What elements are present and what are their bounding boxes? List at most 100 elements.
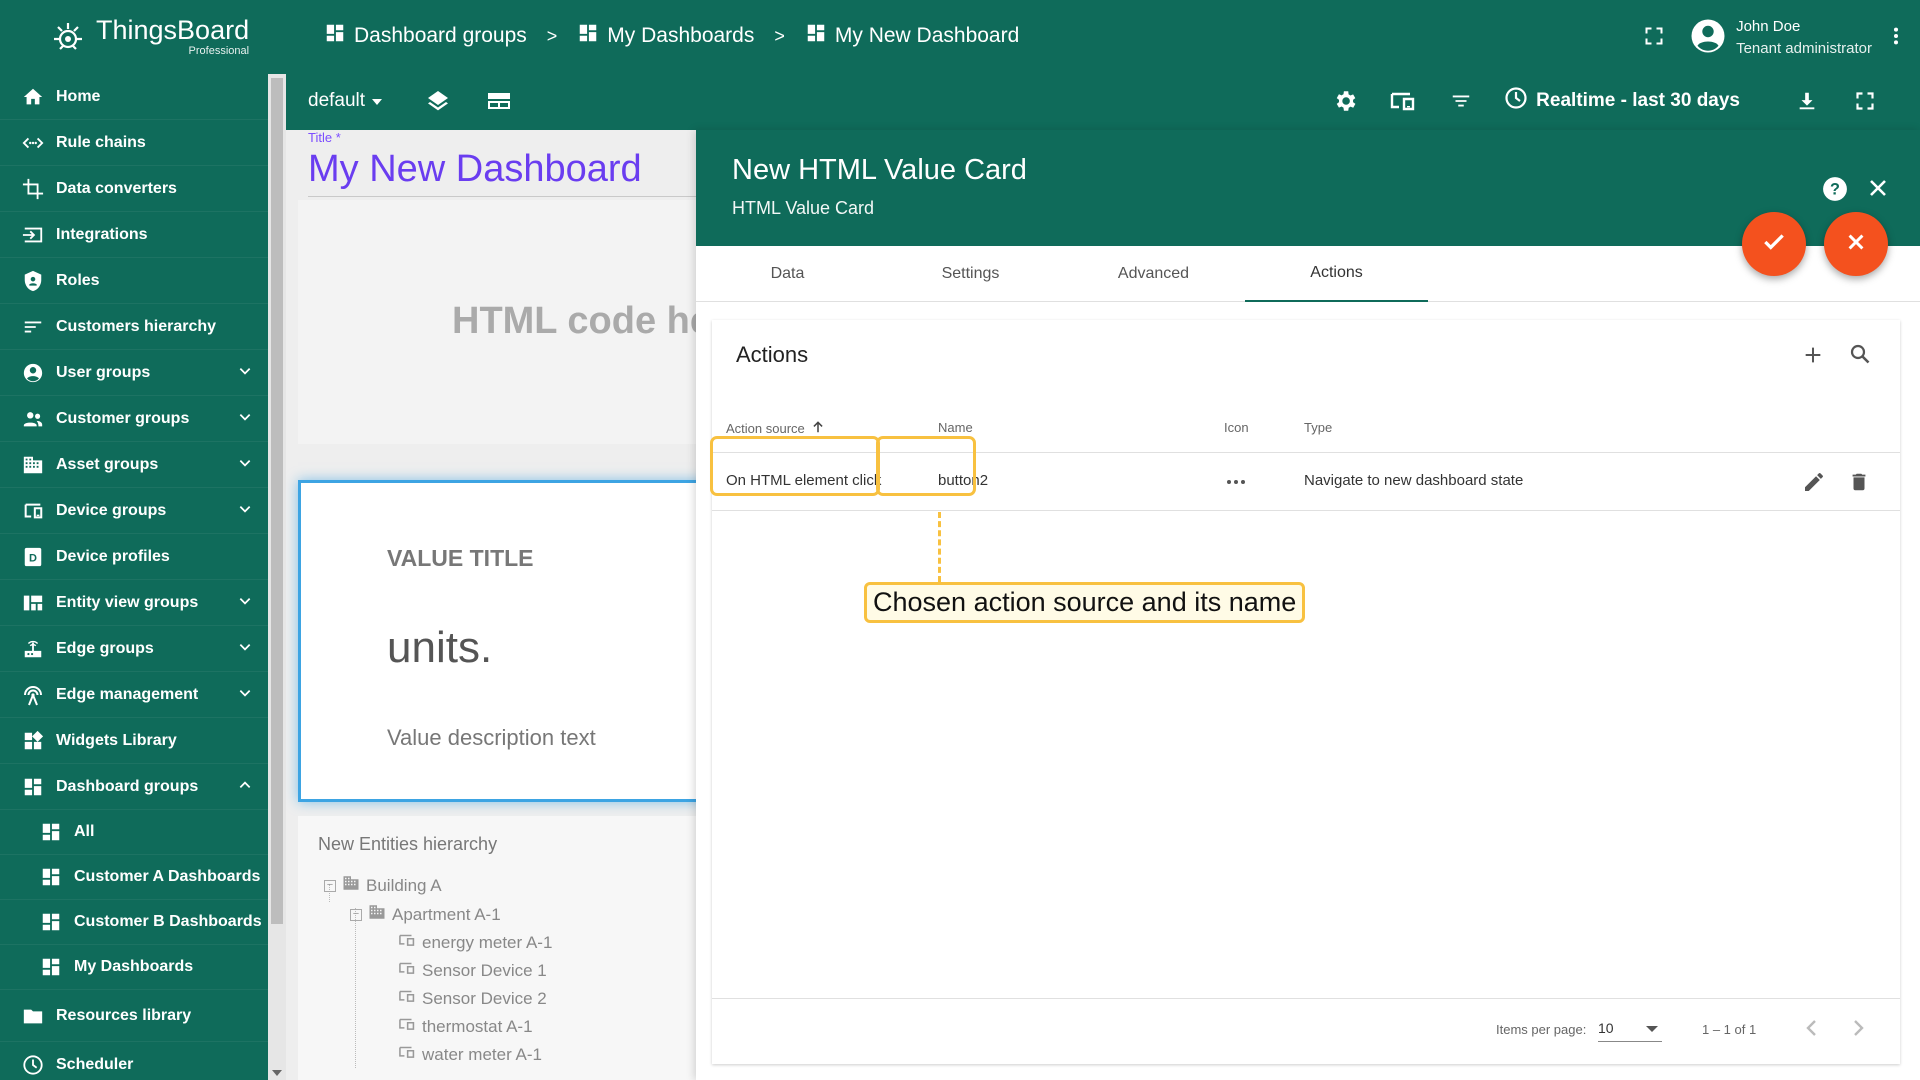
sidebar-scrollbar[interactable] xyxy=(268,74,286,1080)
sidebar-item-roles[interactable]: Roles xyxy=(0,258,268,304)
tree-node-device[interactable]: Sensor Device 2 xyxy=(398,988,547,1009)
tab-data[interactable]: Data xyxy=(696,246,879,302)
scroll-down-arrow-icon[interactable] xyxy=(272,1070,282,1076)
sidebar-item-scheduler[interactable]: Scheduler xyxy=(0,1042,268,1080)
items-per-page-label: Items per page: xyxy=(1496,1022,1587,1037)
sidebar-item-label: Scheduler xyxy=(56,1055,134,1073)
chevron-down-icon[interactable] xyxy=(238,410,252,429)
search-icon[interactable] xyxy=(1848,342,1872,371)
thingsboard-logo-icon xyxy=(48,17,88,57)
delete-icon[interactable] xyxy=(1848,470,1870,499)
breadcrumb-item-my-dashboards[interactable]: My Dashboards xyxy=(577,22,754,50)
sidebar-item-entity-view-groups[interactable]: Entity view groups xyxy=(0,580,268,626)
timewindow-button[interactable]: Realtime - last 30 days xyxy=(1504,86,1740,116)
sidebar-item-home[interactable]: Home xyxy=(0,74,268,120)
sidebar-item-customer-groups[interactable]: Customer groups xyxy=(0,396,268,442)
sidebar-item-edge-management[interactable]: Edge management xyxy=(0,672,268,718)
tree-node-building[interactable]: − Building A xyxy=(324,874,442,897)
editor-header: New HTML Value Card HTML Value Card ? xyxy=(696,130,1920,246)
dashboard-toolbar: default Realtime - last 30 days xyxy=(286,74,1920,130)
chevron-right-icon[interactable] xyxy=(1846,1016,1870,1043)
sidebar-item-data-converters[interactable]: Data converters xyxy=(0,166,268,212)
layers-icon[interactable] xyxy=(426,89,450,118)
chevron-left-icon[interactable] xyxy=(1800,1016,1824,1043)
sidebar: ThingsBoard Professional Home Rule chain… xyxy=(0,0,286,1080)
column-header-icon[interactable]: Icon xyxy=(1224,420,1249,435)
tab-advanced[interactable]: Advanced xyxy=(1062,246,1245,302)
tab-settings[interactable]: Settings xyxy=(879,246,1062,302)
logo[interactable]: ThingsBoard Professional xyxy=(0,0,286,74)
sidebar-subitem-customer-a-dashboards[interactable]: Customer A Dashboards xyxy=(0,855,268,900)
html-value-card-widget[interactable]: VALUE TITLE units. Value description tex… xyxy=(298,480,696,802)
add-icon[interactable] xyxy=(1802,344,1824,371)
sidebar-item-widgets-library[interactable]: Widgets Library xyxy=(0,718,268,764)
schedule-icon xyxy=(1504,86,1528,116)
sidebar-subitem-my-dashboards[interactable]: My Dashboards xyxy=(0,945,268,990)
breadcrumb-separator: > xyxy=(546,25,558,46)
settings-icon[interactable] xyxy=(1316,88,1374,114)
state-select[interactable]: default xyxy=(308,90,383,112)
layout-icon[interactable] xyxy=(486,89,512,118)
account-circle-icon[interactable] xyxy=(1690,18,1726,59)
chevron-up-icon[interactable] xyxy=(238,778,252,797)
collapse-icon[interactable]: − xyxy=(350,908,362,921)
sidebar-item-customers-hierarchy[interactable]: Customers hierarchy xyxy=(0,304,268,350)
chevron-down-icon[interactable] xyxy=(238,686,252,705)
collapse-icon[interactable]: − xyxy=(324,879,336,892)
more-vert-icon[interactable] xyxy=(1892,25,1900,52)
breadcrumb-item-dashboard-groups[interactable]: Dashboard groups xyxy=(324,22,527,50)
fullscreen-icon[interactable] xyxy=(1644,26,1664,51)
items-per-page-select[interactable]: 10 xyxy=(1598,1018,1662,1042)
filter-list-icon[interactable] xyxy=(1432,90,1490,112)
close-icon[interactable] xyxy=(1866,176,1890,205)
column-header-name[interactable]: Name xyxy=(938,420,973,435)
edit-icon[interactable] xyxy=(1802,470,1826,499)
sidebar-subitem-customer-b-dashboards[interactable]: Customer B Dashboards xyxy=(0,900,268,945)
top-header: Dashboard groups > My Dashboards > My Ne… xyxy=(286,0,1920,130)
sidebar-item-label: Edge groups xyxy=(56,639,154,657)
html-widget-text: HTML code here xyxy=(452,300,696,342)
tree-node-device[interactable]: thermostat A-1 xyxy=(398,1016,533,1037)
sidebar-item-device-groups[interactable]: Device groups xyxy=(0,488,268,534)
tab-actions[interactable]: Actions xyxy=(1245,246,1428,302)
devices-icon xyxy=(398,932,416,953)
sidebar-item-user-groups[interactable]: User groups xyxy=(0,350,268,396)
tree-node-device[interactable]: energy meter A-1 xyxy=(398,932,552,953)
column-header-action-source[interactable]: Action source xyxy=(726,420,825,437)
tree-node-device[interactable]: water meter A-1 xyxy=(398,1044,542,1065)
devices-icon[interactable] xyxy=(1374,89,1432,113)
scrollbar-thumb[interactable] xyxy=(271,78,283,924)
chevron-down-icon[interactable] xyxy=(238,456,252,475)
code-arrows-icon xyxy=(20,130,46,156)
sidebar-subitem-all[interactable]: All xyxy=(0,810,268,855)
column-header-type[interactable]: Type xyxy=(1304,420,1332,435)
sidebar-item-edge-groups[interactable]: Edge groups xyxy=(0,626,268,672)
dashboard-title-input[interactable]: My New Dashboard xyxy=(308,148,642,191)
column-header-label: Action source xyxy=(726,421,805,436)
sidebar-item-rule-chains[interactable]: Rule chains xyxy=(0,120,268,166)
breadcrumb-separator: > xyxy=(774,25,785,46)
user-info[interactable]: John Doe Tenant administrator xyxy=(1736,16,1872,60)
tree-node-apartment[interactable]: − Apartment A-1 xyxy=(350,903,501,926)
sidebar-item-dashboard-groups[interactable]: Dashboard groups xyxy=(0,764,268,810)
sidebar-item-device-profiles[interactable]: D Device profiles xyxy=(0,534,268,580)
chevron-down-icon[interactable] xyxy=(238,594,252,613)
chevron-down-icon[interactable] xyxy=(238,502,252,521)
tree-node-device[interactable]: Sensor Device 1 xyxy=(398,960,547,981)
highlight-action-source xyxy=(710,436,880,496)
items-per-page-value: 10 xyxy=(1598,1020,1614,1036)
sidebar-item-asset-groups[interactable]: Asset groups xyxy=(0,442,268,488)
sidebar-item-resources-library[interactable]: Resources library xyxy=(0,990,268,1042)
highlight-action-name xyxy=(876,436,976,496)
chevron-down-icon[interactable] xyxy=(238,640,252,659)
supervisor-icon xyxy=(20,406,46,432)
dashboard-title-label: Title * xyxy=(308,130,341,145)
sidebar-item-integrations[interactable]: Integrations xyxy=(0,212,268,258)
fullscreen-icon[interactable] xyxy=(1836,91,1894,111)
html-widget[interactable]: HTML code here xyxy=(298,200,696,444)
help-icon[interactable]: ? xyxy=(1822,176,1848,207)
download-icon[interactable] xyxy=(1778,89,1836,113)
toolbar-actions: Realtime - last 30 days xyxy=(1316,86,1894,116)
devices-icon xyxy=(398,1044,416,1065)
chevron-down-icon[interactable] xyxy=(238,364,252,383)
